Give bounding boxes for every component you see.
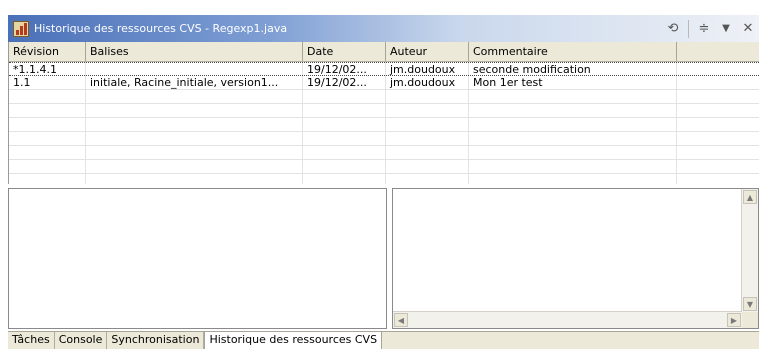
tab-historique-cvs[interactable]: Historique des ressources CVS: [204, 332, 383, 349]
tab-console[interactable]: Console: [55, 332, 108, 349]
scrollbar-corner: [742, 312, 758, 328]
column-header-tags[interactable]: Balises: [86, 42, 303, 61]
cell-comment: Mon 1er test: [473, 76, 543, 89]
view-title-bar: Historique des ressources CVS - Regexp1.…: [8, 15, 759, 42]
column-header-revision[interactable]: Révision: [9, 42, 86, 61]
scroll-left-icon[interactable]: ◀: [394, 313, 408, 327]
column-header-filler: [677, 42, 759, 61]
comment-pane[interactable]: ▲ ▼ ◀ ▶: [392, 188, 759, 329]
toolbar-separator: [688, 19, 689, 38]
scroll-right-icon[interactable]: ▶: [727, 313, 741, 327]
tab-synchronisation[interactable]: Synchronisation: [107, 332, 205, 349]
cell-revision: *1.1.4.1: [13, 63, 57, 76]
empty-row: [9, 118, 759, 132]
link-editor-icon[interactable]: ⟲: [662, 19, 684, 39]
column-header-author[interactable]: Auteur: [386, 42, 469, 61]
column-header-comment[interactable]: Commentaire: [469, 42, 677, 61]
cell-date: 19/12/02...: [307, 63, 367, 76]
cell-tags: [86, 63, 303, 76]
cell-date: 19/12/02...: [307, 76, 367, 89]
scroll-down-icon[interactable]: ▼: [743, 297, 757, 311]
vertical-scrollbar[interactable]: ▲ ▼: [741, 189, 758, 312]
scroll-up-icon[interactable]: ▲: [743, 190, 757, 204]
history-table[interactable]: Révision Balises Date Auteur Commentaire…: [8, 42, 759, 184]
view-menu-icon[interactable]: ▼: [715, 19, 737, 39]
empty-row: [9, 132, 759, 146]
view-title-text: Historique des ressources CVS - Regexp1.…: [34, 22, 288, 35]
cell-revision: 1.1: [13, 76, 31, 89]
filter-icon[interactable]: ≑: [693, 19, 715, 39]
table-row[interactable]: *1.1.4.1 19/12/02... jm.doudoux seconde …: [9, 62, 759, 76]
table-row[interactable]: 1.1 initiale, Racine_initiale, version1.…: [9, 76, 759, 90]
view-tabs: Tâches Console Synchronisation Historiqu…: [8, 331, 759, 349]
cvs-history-icon: [13, 20, 29, 37]
tab-taches[interactable]: Tâches: [8, 332, 55, 349]
cell-tags: initiale, Racine_initiale, version1...: [90, 76, 279, 89]
table-header: Révision Balises Date Auteur Commentaire: [9, 42, 759, 62]
empty-row: [9, 160, 759, 174]
column-header-date[interactable]: Date: [303, 42, 386, 61]
horizontal-scrollbar[interactable]: ◀ ▶: [393, 311, 742, 328]
empty-row: [9, 146, 759, 160]
cell-comment: seconde modification: [473, 63, 591, 76]
view-toolbar: ⟲ ≑ ▼ ✕: [662, 15, 759, 42]
cell-author: jm.doudoux: [390, 76, 456, 89]
empty-row: [9, 104, 759, 118]
cell-author: jm.doudoux: [390, 63, 456, 76]
empty-row: [9, 90, 759, 104]
tags-pane[interactable]: [8, 188, 387, 329]
view-title: Historique des ressources CVS - Regexp1.…: [8, 15, 308, 42]
close-icon[interactable]: ✕: [737, 19, 759, 39]
